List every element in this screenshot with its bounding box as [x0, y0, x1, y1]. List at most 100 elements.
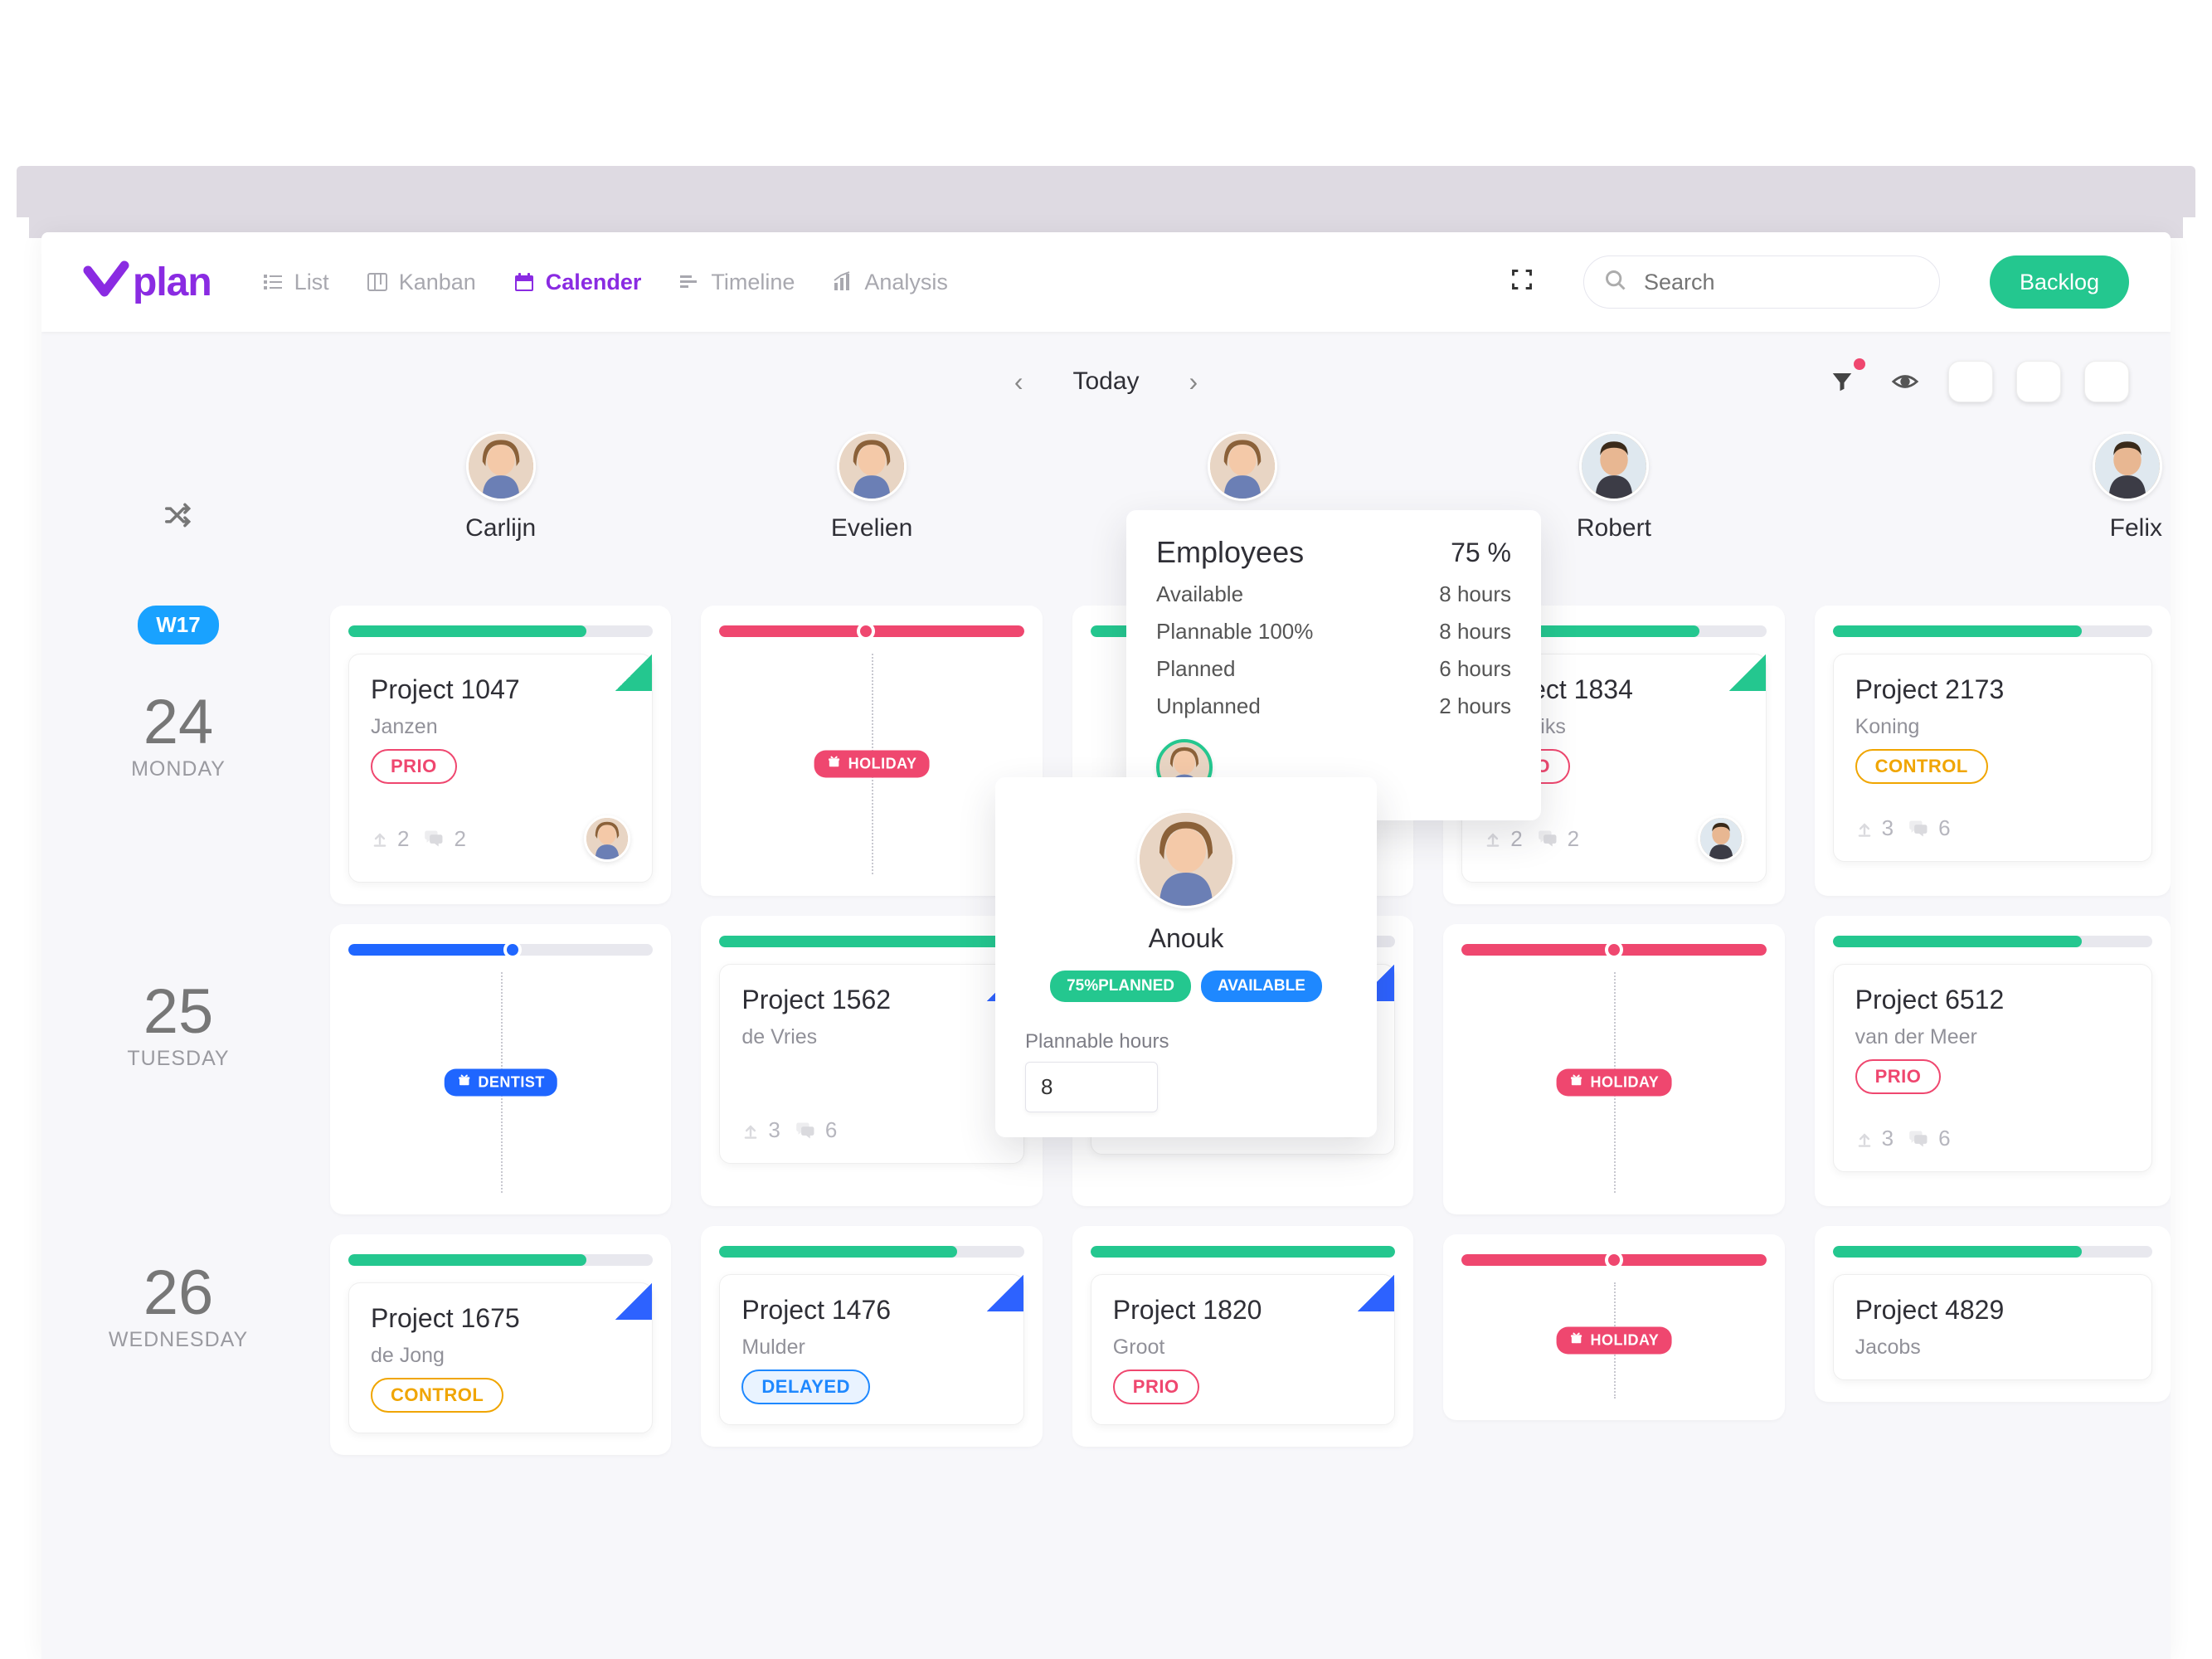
upload-stat: 3	[1855, 815, 1894, 841]
tag-prio: PRIO	[371, 749, 457, 784]
prev-button[interactable]: ‹	[1014, 367, 1023, 397]
tab-timeline-label: Timeline	[711, 270, 795, 295]
card-title: Project 1820	[1113, 1295, 1373, 1326]
app-header: plan List Kanban Calender Timeline	[41, 232, 2171, 332]
card-client: Jacobs	[1855, 1335, 2130, 1360]
view-tabs: List Kanban Calender Timeline Analysis	[261, 270, 948, 295]
chip-holiday: HOLIDAY	[814, 751, 930, 778]
avatar[interactable]	[1579, 431, 1649, 501]
backlog-label: Backlog	[2020, 270, 2099, 295]
assignee-avatar[interactable]	[584, 815, 630, 862]
day-cell[interactable]: Project 2173 Koning CONTROL 3 6	[1815, 606, 2171, 896]
user-avatar	[1137, 810, 1235, 908]
tab-list-label: List	[294, 270, 329, 295]
project-card[interactable]: Project 6512 van der Meer PRIO 3 6	[1833, 964, 2152, 1172]
column-felix: Felix Project 2173 Koning CONTROL 3 6	[1800, 431, 2171, 1659]
card-title: Project 4829	[1855, 1295, 2130, 1326]
tab-list[interactable]: List	[261, 270, 329, 295]
tab-kanban[interactable]: Kanban	[366, 270, 476, 295]
upload-stat: 2	[371, 826, 409, 852]
day-cell[interactable]: HOLIDAY	[1443, 924, 1784, 1214]
timeline-icon	[678, 270, 701, 294]
archive-icon[interactable]	[2084, 361, 2129, 402]
field-label: Plannable hours	[1025, 1030, 1347, 1053]
popover-title: Employees	[1156, 535, 1304, 570]
project-card[interactable]: Project 2173 Koning CONTROL 3 6	[1833, 654, 2152, 862]
column-title: Felix	[2110, 514, 2162, 542]
project-card[interactable]: Project 1476 Mulder DELAYED	[719, 1274, 1023, 1425]
tab-calender[interactable]: Calender	[513, 270, 642, 295]
upload-stat: 2	[1484, 826, 1522, 852]
fullscreen-icon[interactable]	[1510, 268, 1534, 297]
tag-delayed: DELAYED	[741, 1370, 870, 1404]
day-cell[interactable]: HOLIDAY	[1443, 1234, 1784, 1420]
avatar[interactable]	[1208, 431, 1277, 501]
day-cell[interactable]: Project 1476 Mulder DELAYED	[701, 1226, 1042, 1447]
column-title: Robert	[1577, 514, 1651, 542]
people-icon[interactable]	[2016, 361, 2061, 402]
day-cell[interactable]: HOLIDAY	[701, 606, 1042, 896]
calendar-icon	[513, 270, 536, 294]
week-badge: W17	[138, 606, 218, 645]
card-client: de Jong	[371, 1344, 630, 1368]
card-client: Mulder	[741, 1335, 1001, 1360]
analysis-icon	[831, 270, 854, 294]
day-cell[interactable]: Project 4829 Jacobs	[1815, 1226, 2171, 1402]
subheader: ‹ Today ›	[41, 332, 2171, 431]
avatar[interactable]	[2093, 431, 2162, 501]
day-cell[interactable]: Project 1047 Janzen PRIO 2 2	[330, 606, 671, 904]
day-label-monday: 24 MONDAY	[75, 691, 282, 781]
day-cell[interactable]: Project 1675 de Jong CONTROL	[330, 1234, 671, 1455]
project-card[interactable]: Project 4829 Jacobs	[1833, 1274, 2152, 1380]
avatar[interactable]	[837, 431, 907, 501]
plannable-hours-input[interactable]: 8	[1025, 1062, 1158, 1112]
search-input[interactable]	[1642, 269, 1919, 296]
pill-available: AVAILABLE	[1201, 971, 1322, 1002]
card-title: Project 1562	[741, 985, 1001, 1015]
upload-stat: 3	[1855, 1126, 1894, 1151]
employees-popover[interactable]: Employees 75 % Available8 hours Plannabl…	[1126, 510, 1541, 820]
comment-stat: 6	[1908, 815, 1950, 841]
pill-planned: 75%PLANNED	[1050, 971, 1191, 1002]
comment-stat: 6	[1908, 1126, 1950, 1151]
card-title: Project 6512	[1855, 985, 2130, 1015]
tag-prio: PRIO	[1113, 1370, 1199, 1404]
comment-stat: 6	[795, 1117, 837, 1143]
day-label-tuesday: 25 TUESDAY	[75, 980, 282, 1071]
day-cell[interactable]: DENTIST	[330, 924, 671, 1214]
card-title: Project 1675	[371, 1303, 630, 1334]
next-button[interactable]: ›	[1189, 367, 1198, 397]
upload-stat: 3	[741, 1117, 780, 1143]
card-title: Project 1476	[741, 1295, 1001, 1326]
project-card[interactable]: Project 1047 Janzen PRIO 2 2	[348, 654, 653, 883]
day-cell[interactable]: Project 6512 van der Meer PRIO 3 6	[1815, 916, 2171, 1206]
card-client: Koning	[1855, 715, 2130, 739]
search-box[interactable]	[1583, 255, 1940, 309]
day-label-wednesday: 26 WEDNESDAY	[75, 1262, 282, 1352]
chip-holiday: HOLIDAY	[1556, 1069, 1671, 1097]
day-cell[interactable]: Project 1562 de Vries 3 6	[701, 916, 1042, 1206]
project-card[interactable]: Project 1820 Groot PRIO	[1091, 1274, 1395, 1425]
visibility-icon[interactable]	[1885, 362, 1925, 401]
assignee-avatar[interactable]	[1698, 815, 1744, 862]
project-card[interactable]: Project 1562 de Vries 3 6	[719, 964, 1023, 1164]
kanban-icon	[366, 270, 389, 294]
tab-timeline[interactable]: Timeline	[678, 270, 795, 295]
shuffle-icon[interactable]	[163, 499, 194, 538]
tab-kanban-label: Kanban	[399, 270, 476, 295]
popover-percent: 75 %	[1451, 538, 1511, 568]
plugin-icon[interactable]	[1948, 361, 1993, 402]
today-label[interactable]: Today	[1072, 367, 1139, 396]
side-rail: W17 24 MONDAY 25 TUESDAY 26 WEDNESDAY	[41, 431, 315, 1659]
project-card[interactable]: Project 1675 de Jong CONTROL	[348, 1282, 653, 1433]
avatar[interactable]	[466, 431, 536, 501]
backlog-button[interactable]: Backlog	[1990, 255, 2129, 309]
day-cell[interactable]: Project 1820 Groot PRIO	[1072, 1226, 1413, 1447]
date-navigator: ‹ Today ›	[1014, 367, 1198, 397]
toolbar	[1822, 361, 2129, 402]
filter-icon[interactable]	[1822, 362, 1862, 401]
user-name: Anouk	[1149, 923, 1224, 954]
tab-analysis[interactable]: Analysis	[831, 270, 948, 295]
tag-control: CONTROL	[1855, 749, 1988, 784]
user-popover[interactable]: Anouk 75%PLANNED AVAILABLE Plannable hou…	[995, 777, 1377, 1137]
